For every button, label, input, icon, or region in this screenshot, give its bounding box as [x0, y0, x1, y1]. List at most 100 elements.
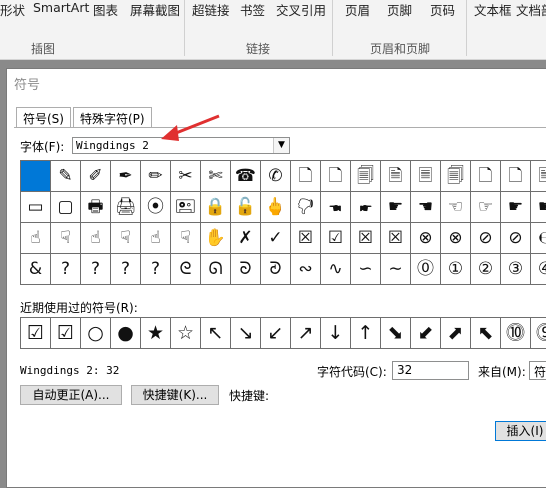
- recent-symbol-cell[interactable]: ⬉: [471, 318, 501, 349]
- symbol-cell[interactable]: 🗐: [441, 161, 471, 192]
- symbol-cell[interactable]: &: [21, 254, 51, 285]
- symbol-cell[interactable]: 🖭: [171, 192, 201, 223]
- recent-symbol-cell[interactable]: ↗: [291, 318, 321, 349]
- symbol-cell[interactable]: ?: [51, 254, 81, 285]
- symbol-cell[interactable]: 🗐: [351, 161, 381, 192]
- symbol-cell[interactable]: ☑: [321, 223, 351, 254]
- symbol-cell[interactable]: ☒: [351, 223, 381, 254]
- symbol-cell[interactable]: ▭: [21, 192, 51, 223]
- symbol-cell[interactable]: ᘓ: [171, 254, 201, 285]
- symbol-cell[interactable]: ①: [441, 254, 471, 285]
- symbol-cell[interactable]: ?: [81, 254, 111, 285]
- symbol-cell[interactable]: ✒: [111, 161, 141, 192]
- symbol-cell[interactable]: ⊗: [441, 223, 471, 254]
- symbol-cell[interactable]: 🗋: [321, 161, 351, 192]
- symbol-cell[interactable]: ✏: [141, 161, 171, 192]
- symbol-cell[interactable]: ⓪: [411, 254, 441, 285]
- symbol-cell[interactable]: ☛: [531, 192, 546, 223]
- ribbon-pagenumber-button[interactable]: 页码: [430, 0, 455, 19]
- symbol-cell[interactable]: ᘑ: [261, 254, 291, 285]
- symbol-cell[interactable]: 🖨: [111, 192, 141, 223]
- recent-symbol-cell[interactable]: ●: [111, 318, 141, 349]
- recent-symbol-cell[interactable]: ↑: [351, 318, 381, 349]
- ribbon-bookmark-button[interactable]: 书签: [240, 0, 265, 19]
- symbol-cell[interactable]: 🔒: [201, 192, 231, 223]
- symbol-cell[interactable]: ✎: [51, 161, 81, 192]
- symbol-cell[interactable]: 🖝: [351, 192, 381, 223]
- symbol-cell[interactable]: ☟: [171, 223, 201, 254]
- symbol-cell[interactable]: ②: [471, 254, 501, 285]
- chevron-down-icon[interactable]: ▼: [273, 138, 289, 153]
- from-select[interactable]: 符: [529, 361, 546, 380]
- symbol-cell[interactable]: ☝: [81, 223, 111, 254]
- symbol-cell[interactable]: 🖓: [291, 192, 321, 223]
- symbol-cell[interactable]: ☛: [381, 192, 411, 223]
- symbol-cell[interactable]: ⊗: [411, 223, 441, 254]
- symbol-cell[interactable]: ☞: [471, 192, 501, 223]
- symbol-cell[interactable]: ∼: [381, 254, 411, 285]
- symbol-cell[interactable]: ☎: [231, 161, 261, 192]
- recent-symbol-cell[interactable]: ☑: [51, 318, 81, 349]
- symbol-cell[interactable]: ☒: [381, 223, 411, 254]
- symbol-cell[interactable]: ⊘: [501, 223, 531, 254]
- symbol-cell[interactable]: ☟: [51, 223, 81, 254]
- symbol-cell[interactable]: ☚: [411, 192, 441, 223]
- symbol-cell[interactable]: ∾: [291, 254, 321, 285]
- recent-symbol-cell[interactable]: ☑: [21, 318, 51, 349]
- symbol-cell[interactable]: 🗋: [291, 161, 321, 192]
- symbol-cell[interactable]: ?: [111, 254, 141, 285]
- symbol-cell[interactable]: ✓: [261, 223, 291, 254]
- symbol-cell[interactable]: ⦿: [141, 192, 171, 223]
- symbol-cell[interactable]: ᘏ: [201, 254, 231, 285]
- symbol-cell[interactable]: ⊘: [471, 223, 501, 254]
- symbol-cell[interactable]: ☛: [501, 192, 531, 223]
- recent-symbol-cell[interactable]: ⬋: [411, 318, 441, 349]
- symbol-cell[interactable]: ✄: [201, 161, 231, 192]
- symbol-cell[interactable]: 🖶: [81, 192, 111, 223]
- symbol-cell[interactable]: 🗋: [471, 161, 501, 192]
- symbol-cell[interactable]: 🔓: [231, 192, 261, 223]
- autocorrect-button[interactable]: 自动更正(A)...: [20, 385, 122, 405]
- recent-symbol-cell[interactable]: ★: [141, 318, 171, 349]
- symbol-cell[interactable]: ∿: [321, 254, 351, 285]
- symbol-cell[interactable]: 🖕: [261, 192, 291, 223]
- symbol-cell[interactable]: ℮: [531, 223, 546, 254]
- recent-symbol-cell[interactable]: ↓: [321, 318, 351, 349]
- symbol-cell[interactable]: ✐: [81, 161, 111, 192]
- tab-special-characters[interactable]: 特殊字符(P): [73, 107, 152, 127]
- ribbon-docparts-button[interactable]: 文档部: [516, 0, 546, 19]
- symbol-cell[interactable]: ☝: [141, 223, 171, 254]
- recent-symbol-cell[interactable]: ○: [81, 318, 111, 349]
- symbol-cell[interactable]: ᘐ: [231, 254, 261, 285]
- ribbon-shapes-button[interactable]: 形状: [0, 0, 25, 19]
- symbol-cell[interactable]: ▢: [51, 192, 81, 223]
- symbol-cell[interactable]: ✂: [171, 161, 201, 192]
- char-code-field[interactable]: 32: [392, 361, 469, 380]
- symbol-cell[interactable]: 🖜: [321, 192, 351, 223]
- ribbon-footer-button[interactable]: 页脚: [387, 0, 412, 19]
- symbol-cell[interactable]: ✆: [261, 161, 291, 192]
- symbol-cell[interactable]: ☝: [21, 223, 51, 254]
- ribbon-header-button[interactable]: 页眉: [345, 0, 370, 19]
- symbol-cell[interactable]: ?: [141, 254, 171, 285]
- ribbon-screenshot-button[interactable]: 屏幕截图: [130, 0, 180, 19]
- symbol-cell[interactable]: 🗎: [531, 161, 546, 192]
- symbol-cell[interactable]: ③: [501, 254, 531, 285]
- symbol-cell[interactable]: ✗: [231, 223, 261, 254]
- recent-symbol-cell[interactable]: ⬊: [381, 318, 411, 349]
- ribbon-textbox-button[interactable]: 文本框: [474, 0, 512, 19]
- symbol-cell[interactable]: ☒: [291, 223, 321, 254]
- symbol-cell[interactable]: ☟: [111, 223, 141, 254]
- symbol-cell[interactable]: ☜: [441, 192, 471, 223]
- ribbon-chart-button[interactable]: 图表: [93, 0, 118, 19]
- ribbon-smartart-button[interactable]: SmartArt: [33, 0, 89, 15]
- symbol-cell[interactable]: ④: [531, 254, 546, 285]
- insert-button[interactable]: 插入(I): [495, 421, 546, 441]
- symbol-cell[interactable]: 🗋: [501, 161, 531, 192]
- shortcut-key-button[interactable]: 快捷键(K)...: [131, 385, 219, 405]
- symbol-cell-selected[interactable]: [21, 161, 51, 192]
- recent-symbol-cell[interactable]: ⓾: [501, 318, 531, 349]
- recent-symbol-cell[interactable]: ⓽: [531, 318, 546, 349]
- symbol-cell[interactable]: 🗎: [381, 161, 411, 192]
- recent-symbol-cell[interactable]: ⬈: [441, 318, 471, 349]
